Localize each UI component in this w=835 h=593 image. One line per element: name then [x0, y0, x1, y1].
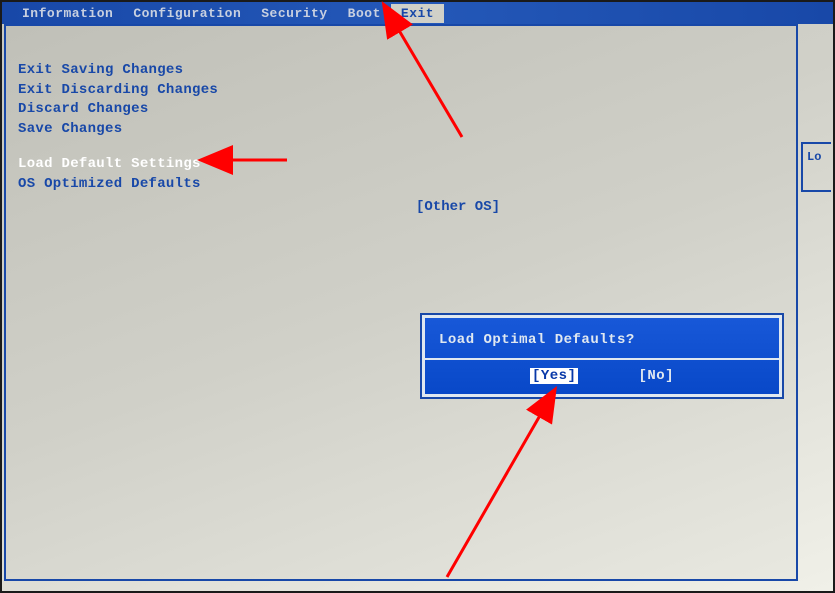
dialog-title: Load Optimal Defaults? [425, 318, 779, 360]
menu-os-optimized-defaults[interactable]: OS Optimized Defaults [18, 175, 796, 195]
help-panel: Lo [801, 142, 831, 192]
dialog-yes-button[interactable]: [Yes] [530, 368, 579, 384]
menu-save-changes[interactable]: Save Changes [18, 120, 796, 140]
menu-exit-saving-changes[interactable]: Exit Saving Changes [18, 61, 796, 81]
tab-configuration[interactable]: Configuration [123, 4, 251, 23]
tab-security[interactable]: Security [251, 4, 337, 23]
help-panel-label: Lo [803, 144, 831, 164]
tab-information[interactable]: Information [12, 4, 123, 23]
menu-load-default-settings[interactable]: Load Default Settings [18, 155, 201, 175]
confirmation-dialog: Load Optimal Defaults? [Yes] [No] [422, 315, 782, 397]
exit-menu-list: Exit Saving Changes Exit Discarding Chan… [6, 26, 796, 195]
os-optimized-value: [Other OS] [416, 199, 500, 215]
menu-discard-changes[interactable]: Discard Changes [18, 100, 796, 120]
tab-exit[interactable]: Exit [391, 4, 444, 23]
tab-boot[interactable]: Boot [338, 4, 391, 23]
main-panel: Exit Saving Changes Exit Discarding Chan… [4, 24, 798, 581]
menu-exit-discarding-changes[interactable]: Exit Discarding Changes [18, 81, 796, 101]
dialog-no-button[interactable]: [No] [638, 368, 674, 384]
dialog-buttons: [Yes] [No] [425, 360, 779, 394]
bios-tab-bar: Information Configuration Security Boot … [2, 2, 833, 24]
